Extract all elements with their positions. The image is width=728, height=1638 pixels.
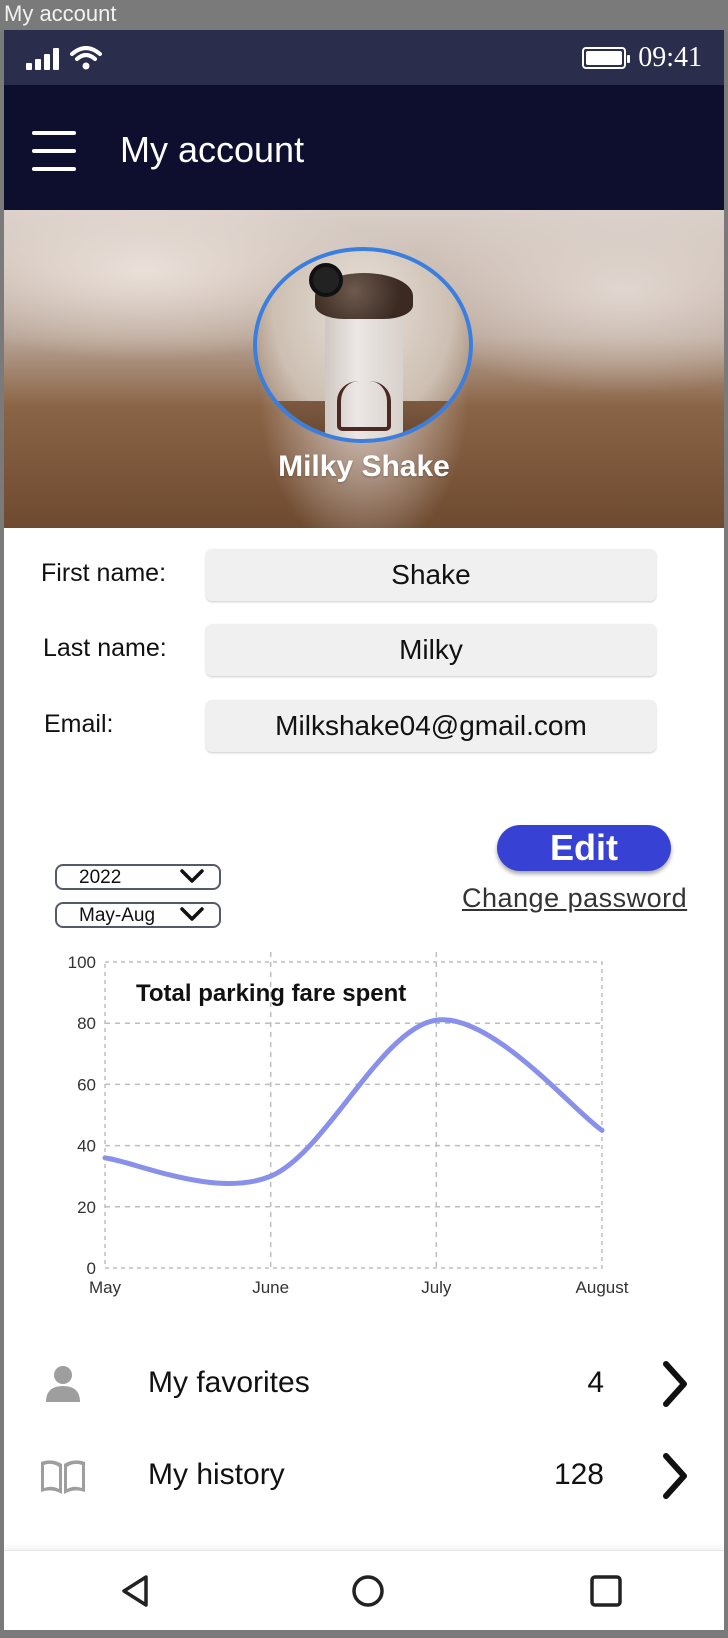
fare-chart: 0 20 40 60 80 100 May June July August Total par… xyxy=(52,950,672,1310)
chevron-right-icon[interactable] xyxy=(660,1452,690,1500)
list-item-favorites[interactable]: My favorites 4 xyxy=(4,1350,724,1420)
status-bar: 09:41 xyxy=(4,30,724,85)
list-item-count: 4 xyxy=(587,1366,604,1399)
y-tick-label: 40 xyxy=(77,1137,96,1156)
email-label: Email: xyxy=(44,710,114,738)
list-item-count: 128 xyxy=(553,1458,604,1491)
status-icons-right: 09:41 xyxy=(582,42,702,74)
phone-screen: 09:41 My account Milky Shake First name:… xyxy=(4,30,724,1630)
battery-icon xyxy=(582,47,631,69)
year-select-value: 2022 xyxy=(79,867,122,888)
chevron-down-icon xyxy=(180,869,204,883)
system-nav-bar xyxy=(4,1550,724,1630)
avatar[interactable] xyxy=(253,247,473,443)
change-password-link[interactable]: Change password xyxy=(462,883,687,914)
edit-button[interactable]: Edit xyxy=(497,825,671,871)
year-select[interactable]: 2022 xyxy=(55,864,221,890)
back-icon[interactable] xyxy=(116,1571,156,1611)
period-select-value: May-Aug xyxy=(79,905,156,926)
app-bar: My account xyxy=(4,85,724,210)
list-item-label: My favorites xyxy=(148,1366,310,1399)
y-tick-label: 100 xyxy=(68,953,96,972)
series-line xyxy=(102,1017,605,1186)
signal-icon xyxy=(26,48,59,70)
last-name-label: Last name: xyxy=(43,634,167,662)
period-select[interactable]: May-Aug xyxy=(55,902,221,928)
home-icon[interactable] xyxy=(348,1571,388,1611)
y-tick-label: 60 xyxy=(77,1075,96,1094)
y-tick-label: 0 xyxy=(87,1259,96,1278)
list-item-label: My history xyxy=(148,1458,285,1491)
chart-title: Total parking fare spent xyxy=(136,980,406,1007)
email-field[interactable]: Milkshake04@gmail.com xyxy=(206,700,656,752)
chevron-right-icon[interactable] xyxy=(660,1360,690,1408)
y-tick-label: 20 xyxy=(77,1198,96,1217)
plot-frame xyxy=(104,961,603,1269)
y-tick-label: 80 xyxy=(77,1014,96,1033)
profile-header: Milky Shake xyxy=(4,210,724,528)
recents-icon[interactable] xyxy=(586,1571,626,1611)
email-row: Email: Milkshake04@gmail.com xyxy=(4,700,724,752)
x-tick-label: May xyxy=(89,1278,122,1297)
x-tick-label: August xyxy=(576,1278,629,1297)
person-icon xyxy=(46,1366,80,1402)
status-time: 09:41 xyxy=(638,42,702,73)
status-icons-left xyxy=(26,46,102,70)
profile-name: Milky Shake xyxy=(278,450,450,483)
first-name-label: First name: xyxy=(41,559,167,587)
x-tick-label: June xyxy=(252,1278,289,1297)
menu-icon[interactable] xyxy=(32,131,76,175)
list-item-history[interactable]: My history 128 xyxy=(4,1442,724,1512)
wifi-icon xyxy=(70,46,102,70)
last-name-field[interactable]: Milky xyxy=(206,624,656,676)
fare-chart-svg: 0 20 40 60 80 100 May June July August Total par… xyxy=(68,952,629,1297)
x-tick-label: July xyxy=(421,1278,452,1297)
first-name-row: First name: Shake xyxy=(4,549,724,601)
window-title: My account xyxy=(4,1,117,26)
chevron-down-icon xyxy=(180,907,204,921)
book-icon xyxy=(41,1460,85,1494)
page-title: My account xyxy=(120,129,305,170)
last-name-row: Last name: Milky xyxy=(4,624,724,676)
first-name-field[interactable]: Shake xyxy=(206,549,656,601)
